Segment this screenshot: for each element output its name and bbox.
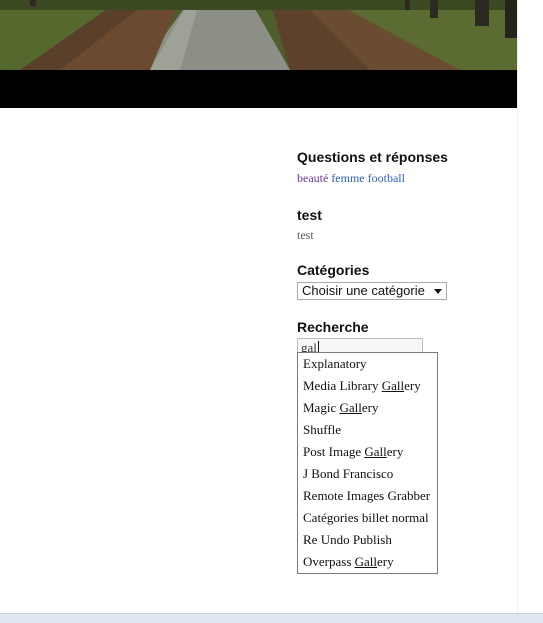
widget-title-test: test bbox=[297, 207, 322, 223]
autocomplete-item[interactable]: Catégories billet normal bbox=[298, 507, 437, 529]
autocomplete-item-rest: ery bbox=[404, 378, 421, 393]
tag-link-beaute[interactable]: beauté bbox=[297, 171, 328, 185]
header-banner-image bbox=[0, 0, 517, 70]
autocomplete-item[interactable]: Overpass Gallery bbox=[298, 551, 437, 573]
autocomplete-item-rest: ery bbox=[386, 444, 404, 459]
autocomplete-item[interactable]: J Bond Francisco bbox=[298, 463, 437, 485]
category-select-value: Choisir une catégorie bbox=[302, 283, 425, 298]
autocomplete-item-text: Re Undo Publish bbox=[303, 532, 392, 547]
widget-title-questions: Questions et réponses bbox=[297, 149, 448, 165]
autocomplete-item-match: Gall bbox=[339, 400, 362, 415]
autocomplete-item[interactable]: Media Library Gallery bbox=[298, 375, 437, 397]
autocomplete-item-match: Gall bbox=[354, 554, 378, 569]
widget-title-search: Recherche bbox=[297, 319, 369, 335]
autocomplete-item-text: Media Library bbox=[303, 378, 382, 393]
autocomplete-item[interactable]: Magic Gallery bbox=[298, 397, 437, 419]
header-black-bar bbox=[0, 70, 517, 108]
autocomplete-item-text: Explanatory bbox=[303, 356, 367, 371]
autocomplete-item-rest: ery bbox=[377, 554, 394, 569]
autocomplete-item-text: Overpass bbox=[303, 554, 355, 569]
autocomplete-item-text: J Bond Francisco bbox=[303, 466, 394, 481]
autocomplete-item[interactable]: Explanatory bbox=[298, 353, 437, 375]
autocomplete-item[interactable]: Re Undo Publish bbox=[298, 529, 437, 551]
tag-link-femme[interactable]: femme bbox=[331, 171, 364, 185]
autocomplete-item-text: Shuffle bbox=[303, 422, 342, 437]
tag-link-football[interactable]: football bbox=[368, 171, 405, 185]
widget-test: test test bbox=[297, 206, 517, 243]
widget-categories: Catégories Choisir une catégorie bbox=[297, 261, 517, 300]
sidebar: Questions et réponses beauté femme footb… bbox=[297, 148, 517, 358]
page: Questions et réponses beauté femme footb… bbox=[0, 0, 543, 613]
autocomplete-item-text: Post Image bbox=[303, 444, 365, 459]
chevron-down-icon bbox=[434, 289, 442, 294]
autocomplete-dropdown: Explanatory Media Library Gallery Magic Ga… bbox=[297, 352, 438, 574]
widget-title-categories: Catégories bbox=[297, 262, 370, 278]
widget-questions-reponses: Questions et réponses beauté femme footb… bbox=[297, 148, 517, 186]
autocomplete-item-match: Gall bbox=[364, 444, 387, 459]
autocomplete-item-text: Catégories billet normal bbox=[303, 510, 429, 525]
park-path-photo bbox=[0, 0, 517, 70]
autocomplete-item-rest: ery bbox=[361, 400, 379, 415]
autocomplete-item[interactable]: Remote Images Grabber bbox=[298, 485, 437, 507]
category-select[interactable]: Choisir une catégorie bbox=[297, 282, 447, 300]
page-right-margin bbox=[517, 0, 543, 613]
autocomplete-item-match: Gall bbox=[381, 378, 405, 393]
tag-cloud: beauté femme football bbox=[297, 170, 517, 186]
autocomplete-item-text: Remote Images Grabber bbox=[303, 488, 431, 503]
autocomplete-item-text: Magic bbox=[303, 400, 340, 415]
autocomplete-item[interactable]: Shuffle bbox=[298, 419, 437, 441]
autocomplete-item[interactable]: Post Image Gallery bbox=[298, 441, 437, 463]
widget-test-text: test bbox=[297, 228, 314, 242]
